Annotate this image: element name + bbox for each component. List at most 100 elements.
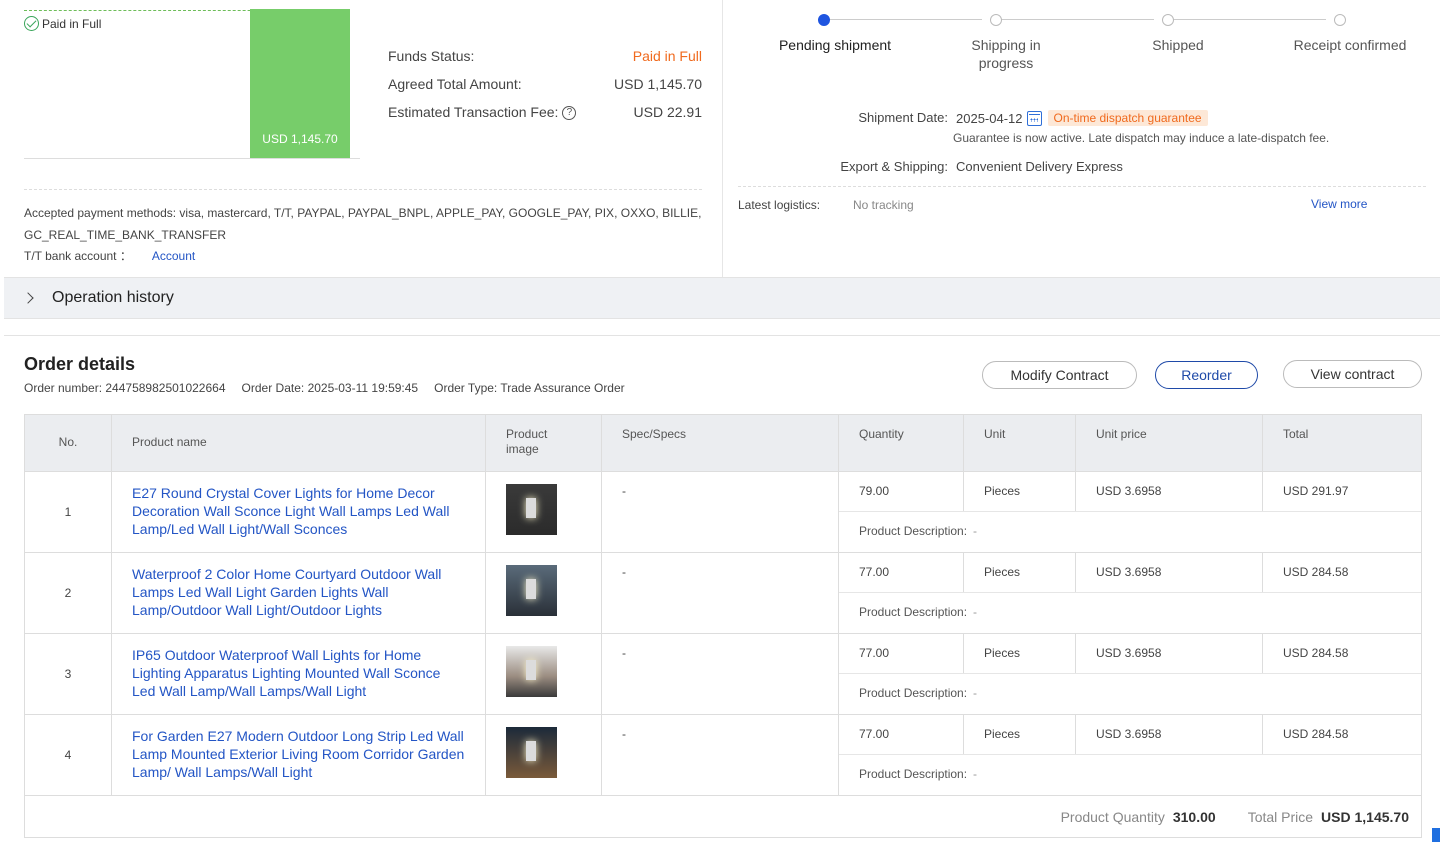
step-label-shipped: Shipped <box>1152 37 1204 53</box>
step-dot-shipped <box>1162 14 1174 26</box>
help-icon[interactable]: ? <box>562 106 577 121</box>
order-date-label: Order Date: <box>241 381 305 395</box>
unit-cell: Pieces <box>964 472 1076 511</box>
product-thumbnail[interactable] <box>506 484 557 535</box>
step-dot-confirmed <box>1334 14 1346 26</box>
reorder-button[interactable]: Reorder <box>1155 361 1258 389</box>
quantity-cell: 77.00 <box>839 634 964 673</box>
payment-methods: Accepted payment methods: visa, masterca… <box>24 206 702 242</box>
shipment-date-value: 2025-04-12 On-time dispatch guarantee <box>956 110 1208 126</box>
shipment-stepper: Pending shipment Shipping in progress Sh… <box>738 0 1438 90</box>
step-label-confirmed: Receipt confirmed <box>1293 37 1407 53</box>
funds-panel: Paid in Full USD 1,145.70 Funds Status: … <box>4 0 722 277</box>
product-quantity-value: 310.00 <box>1172 808 1216 825</box>
latest-logistics-label: Latest logistics: <box>738 198 821 212</box>
col-unit-price: Unit price <box>1076 415 1263 471</box>
row-detail-block: 77.00 Pieces USD 3.6958 USD 284.58 Produ… <box>839 715 1421 795</box>
product-thumbnail[interactable] <box>506 646 557 697</box>
tt-account-link[interactable]: Account <box>152 249 195 263</box>
order-type-label: Order Type: <box>434 381 498 395</box>
product-description-label: Product Description: <box>859 605 968 619</box>
order-type-value: Trade Assurance Order <box>500 381 625 395</box>
paid-in-full-badge: Paid in Full <box>24 16 101 31</box>
row-number: 1 <box>25 472 112 552</box>
row-number: 2 <box>25 553 112 633</box>
product-name-link[interactable]: Waterproof 2 Color Home Courtyard Outdoo… <box>112 553 486 633</box>
calendar-icon[interactable] <box>1026 110 1042 126</box>
product-thumbnail[interactable] <box>506 727 557 778</box>
step-dot-shipping <box>990 14 1002 26</box>
col-product-name: Product name <box>112 415 486 471</box>
spec-cell: - <box>602 472 839 552</box>
quantity-cell: 77.00 <box>839 553 964 592</box>
unit-cell: Pieces <box>964 553 1076 592</box>
funds-status-value: Paid in Full <box>632 48 702 64</box>
row-number: 4 <box>25 715 112 795</box>
product-name-link[interactable]: IP65 Outdoor Waterproof Wall Lights for … <box>112 634 486 714</box>
col-quantity: Quantity <box>839 415 964 471</box>
order-details-title: Order details <box>24 354 136 374</box>
scrollbar-thumb[interactable] <box>1432 828 1440 842</box>
unit-cell: Pieces <box>964 634 1076 673</box>
divider <box>738 186 1426 187</box>
step-label-shipping: Shipping in progress <box>971 37 1041 71</box>
step-connector <box>830 19 982 20</box>
order-details-panel: Order details Order number: 244758982501… <box>4 335 1440 842</box>
product-image-cell <box>486 715 602 795</box>
view-more-link[interactable]: View more <box>1311 197 1367 211</box>
funds-status-label: Funds Status: <box>388 48 475 64</box>
order-date-value: 2025-03-11 19:59:45 <box>307 381 419 395</box>
table-row: 2 Waterproof 2 Color Home Courtyard Outd… <box>25 552 1421 633</box>
view-contract-button[interactable]: View contract <box>1283 360 1422 388</box>
table-row: 1 E27 Round Crystal Cover Lights for Hom… <box>25 471 1421 552</box>
product-image-cell <box>486 553 602 633</box>
order-number-value: 244758982501022664 <box>105 381 226 395</box>
product-description-value: - <box>973 767 978 781</box>
product-thumbnail[interactable] <box>506 565 557 616</box>
spec-cell: - <box>602 715 839 795</box>
row-detail-block: 79.00 Pieces USD 3.6958 USD 291.97 Produ… <box>839 472 1421 552</box>
col-product-image: Product image <box>486 415 602 471</box>
tt-account-label: T/T bank account ： <box>24 249 132 263</box>
operation-history-title: Operation history <box>52 289 174 306</box>
agreed-total-value: USD 1,145.70 <box>614 76 702 92</box>
transaction-fee-value: USD 22.91 <box>633 104 702 120</box>
divider <box>24 189 702 190</box>
product-description-value: - <box>973 686 978 700</box>
transaction-fee-label: Estimated Transaction Fee: <box>388 104 559 120</box>
product-description: Product Description: - <box>839 674 1421 714</box>
spec-cell: - <box>602 553 839 633</box>
order-number-label: Order number: <box>24 381 103 395</box>
on-time-guarantee-tag: On-time dispatch guarantee <box>1047 110 1208 126</box>
product-name-link[interactable]: E27 Round Crystal Cover Lights for Home … <box>112 472 486 552</box>
table-row: 3 IP65 Outdoor Waterproof Wall Lights fo… <box>25 633 1421 714</box>
product-image-cell <box>486 472 602 552</box>
export-shipping-label: Export & Shipping: <box>840 159 948 174</box>
product-description-label: Product Description: <box>859 524 968 538</box>
product-description-label: Product Description: <box>859 767 968 781</box>
unit-price-cell: USD 3.6958 <box>1076 553 1263 592</box>
table-footer: Product Quantity 310.00 Total Price USD … <box>25 795 1421 837</box>
latest-logistics-value: No tracking <box>853 198 914 212</box>
order-items-table: No. Product name Product image Spec/Spec… <box>24 414 1422 838</box>
spec-cell: - <box>602 634 839 714</box>
export-shipping-value: Convenient Delivery Express <box>956 159 1123 174</box>
funds-bar: USD 1,145.70 <box>250 9 350 158</box>
product-description-value: - <box>973 524 978 538</box>
step-label-pending: Pending shipment <box>778 37 892 53</box>
row-number: 3 <box>25 634 112 714</box>
product-description: Product Description: - <box>839 593 1421 633</box>
funds-status-row: Funds Status: Paid in Full <box>388 48 702 64</box>
agreed-total-row: Agreed Total Amount: USD 1,145.70 <box>388 76 702 92</box>
total-price-label: Total Price <box>1247 808 1314 825</box>
product-description: Product Description: - <box>839 755 1421 795</box>
modify-contract-button[interactable]: Modify Contract <box>982 361 1137 389</box>
product-description-label: Product Description: <box>859 686 968 700</box>
total-cell: USD 284.58 <box>1283 727 1349 741</box>
product-name-link[interactable]: For Garden E27 Modern Outdoor Long Strip… <box>112 715 486 795</box>
paid-badge-label: Paid in Full <box>42 16 102 31</box>
quantity-cell: 77.00 <box>839 715 964 754</box>
funds-bar-label: USD 1,145.70 <box>262 132 338 146</box>
total-price-value: USD 1,145.70 <box>1321 808 1409 825</box>
operation-history-toggle[interactable]: Operation history <box>4 277 1440 319</box>
